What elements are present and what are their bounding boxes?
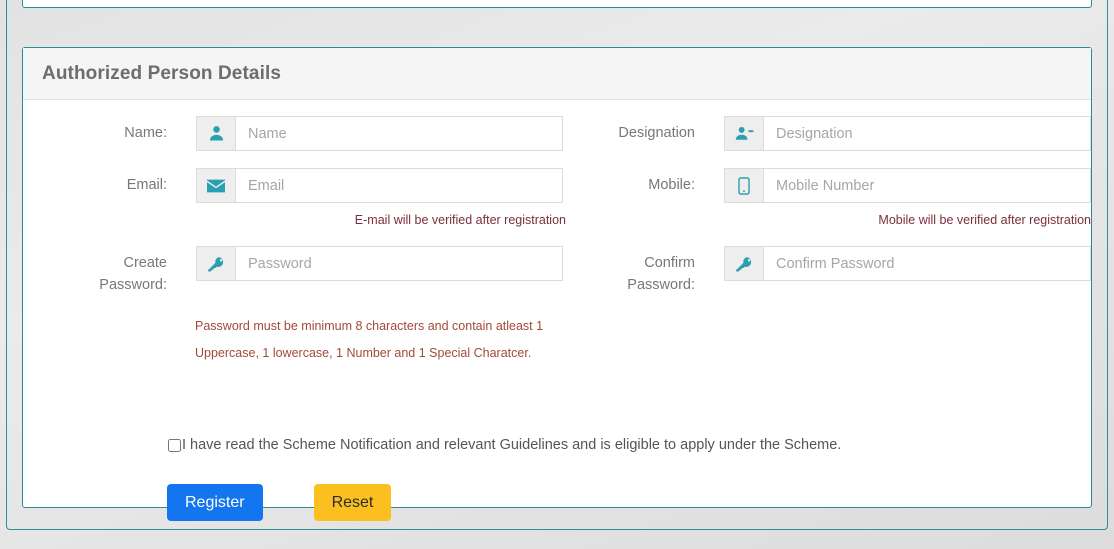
email-input-group xyxy=(196,168,563,203)
password-policy-line-1: Password must be minimum 8 characters an… xyxy=(195,313,543,340)
name-input[interactable] xyxy=(235,116,563,151)
field-name: Name: xyxy=(41,116,566,151)
confirm-password-label: Confirm Password: xyxy=(569,246,695,296)
confirm-password-input-group xyxy=(724,246,1091,281)
panel-body: Name: Designation xyxy=(23,100,1091,508)
mobile-helper-text: Mobile will be verified after registrati… xyxy=(569,213,1091,227)
page-title: Authorized Person Details xyxy=(42,63,281,85)
designation-label: Designation xyxy=(569,116,695,144)
user-minus-icon xyxy=(724,116,763,151)
password-policy-line-2: Uppercase, 1 lowercase, 1 Number and 1 S… xyxy=(195,340,531,367)
confirm-password-input[interactable] xyxy=(763,246,1091,281)
agreement-checkbox[interactable] xyxy=(168,439,181,452)
page-stage: Authorized Person Details Name: xyxy=(0,0,1114,549)
user-icon xyxy=(196,116,235,151)
mobile-phone-icon xyxy=(724,168,763,203)
designation-input[interactable] xyxy=(763,116,1091,151)
form-actions: Register Reset xyxy=(167,484,391,521)
field-create-password: Create Password: xyxy=(41,246,566,296)
designation-input-group xyxy=(724,116,1091,151)
create-password-input-group xyxy=(196,246,563,281)
email-helper-text: E-mail will be verified after registrati… xyxy=(41,213,566,227)
name-input-group xyxy=(196,116,563,151)
email-input[interactable] xyxy=(235,168,563,203)
email-label: Email: xyxy=(41,168,167,196)
create-password-input[interactable] xyxy=(235,246,563,281)
field-mobile: Mobile: xyxy=(569,168,1094,203)
reset-button[interactable]: Reset xyxy=(314,484,392,521)
panel-header: Authorized Person Details xyxy=(23,48,1091,100)
key-icon xyxy=(196,246,235,281)
name-label: Name: xyxy=(41,116,167,144)
mobile-label: Mobile: xyxy=(569,168,695,196)
field-designation: Designation xyxy=(569,116,1094,151)
authorized-person-details-panel: Authorized Person Details Name: xyxy=(22,47,1092,508)
register-button[interactable]: Register xyxy=(167,484,263,521)
field-email: Email: xyxy=(41,168,566,203)
agreement-row[interactable]: I have read the Scheme Notification and … xyxy=(168,436,841,455)
mobile-input[interactable] xyxy=(763,168,1091,203)
agreement-label: I have read the Scheme Notification and … xyxy=(182,436,841,455)
create-password-label: Create Password: xyxy=(41,246,167,296)
field-confirm-password: Confirm Password: xyxy=(569,246,1094,296)
mobile-input-group xyxy=(724,168,1091,203)
key-icon xyxy=(724,246,763,281)
envelope-icon xyxy=(196,168,235,203)
